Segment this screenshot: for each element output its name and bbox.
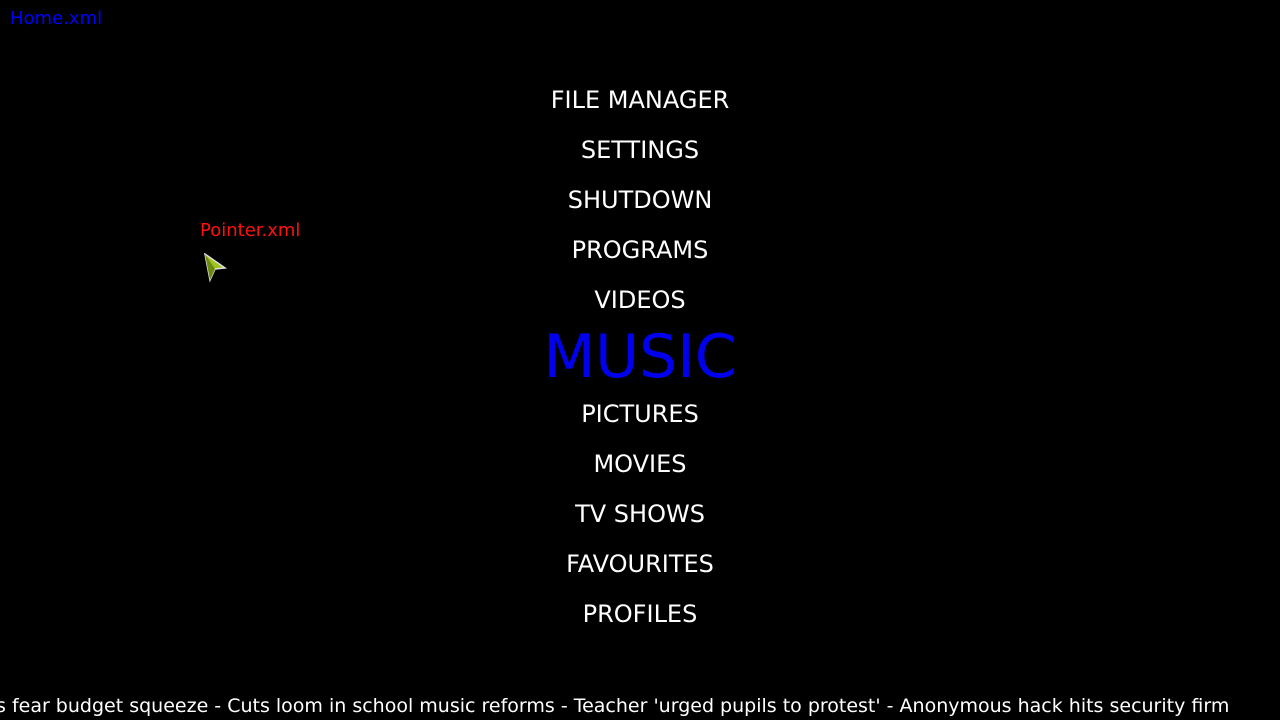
menu-item-file-manager[interactable]: FILE MANAGER — [0, 85, 1280, 115]
window-label: Home.xml — [10, 8, 103, 29]
menu-item-pictures[interactable]: PICTURES — [0, 399, 1280, 429]
menu-item-programs[interactable]: PROGRAMS — [0, 235, 1280, 265]
menu-item-tv-shows[interactable]: TV SHOWS — [0, 499, 1280, 529]
menu-item-videos[interactable]: VIDEOS — [0, 285, 1280, 315]
menu-item-settings[interactable]: SETTINGS — [0, 135, 1280, 165]
menu-item-shutdown[interactable]: SHUTDOWN — [0, 185, 1280, 215]
news-ticker: s fear budget squeeze - Cuts loom in sch… — [0, 695, 1230, 717]
menu-item-music-selected[interactable]: MUSIC — [0, 322, 1280, 392]
menu-item-favourites[interactable]: FAVOURITES — [0, 549, 1280, 579]
menu-item-profiles[interactable]: PROFILES — [0, 599, 1280, 629]
menu-item-movies[interactable]: MOVIES — [0, 449, 1280, 479]
